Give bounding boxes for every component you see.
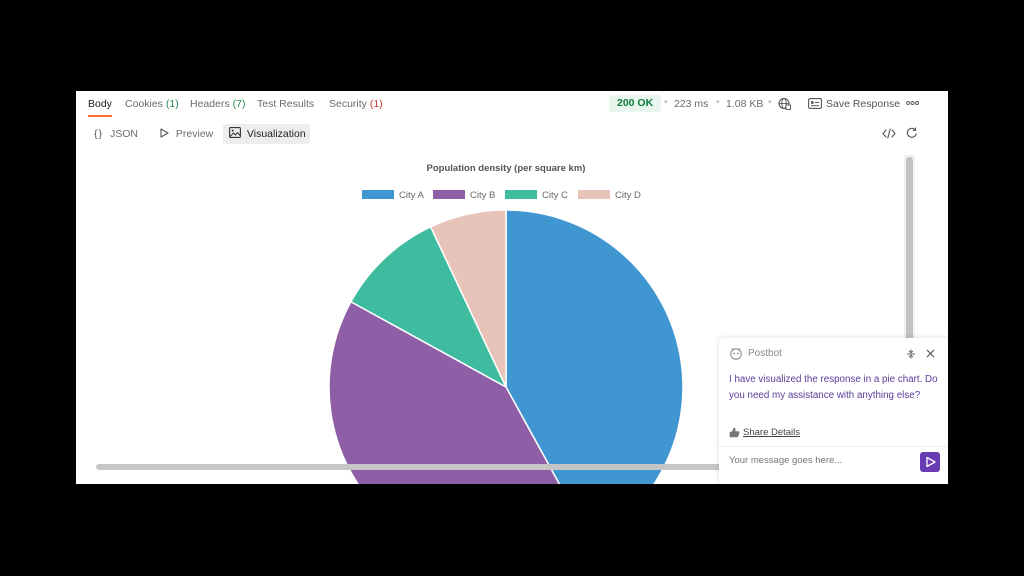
send-icon (926, 456, 936, 468)
postbot-message: I have visualized the response in a pie … (729, 374, 938, 401)
horizontal-scrollbar[interactable] (96, 464, 736, 470)
postbot-panel: Postbot I have visualized the response i… (719, 338, 948, 484)
legend-label: City B (470, 190, 495, 201)
legend-item-city-b[interactable]: City B (433, 190, 495, 201)
legend-swatch (578, 190, 610, 199)
legend-item-city-a[interactable]: City A (362, 190, 424, 201)
legend-swatch (505, 190, 537, 199)
send-button[interactable] (920, 452, 940, 472)
share-details-link[interactable]: Share Details (743, 427, 800, 438)
legend-label: City C (542, 190, 568, 201)
collapse-icon[interactable] (906, 349, 916, 359)
response-panel: Body Cookies (1) Headers (7) Test Result… (76, 91, 948, 484)
postbot-message-input[interactable] (729, 455, 909, 466)
close-icon[interactable] (926, 349, 935, 358)
postbot-icon (730, 348, 742, 360)
legend-item-city-d[interactable]: City D (578, 190, 641, 201)
legend-swatch (433, 190, 465, 199)
legend-item-city-c[interactable]: City C (505, 190, 568, 201)
legend-label: City D (615, 190, 641, 201)
legend-label: City A (399, 190, 424, 201)
divider (719, 446, 948, 447)
legend-swatch (362, 190, 394, 199)
thumbs-up-icon[interactable] (729, 427, 740, 438)
postbot-title: Postbot (748, 348, 782, 359)
